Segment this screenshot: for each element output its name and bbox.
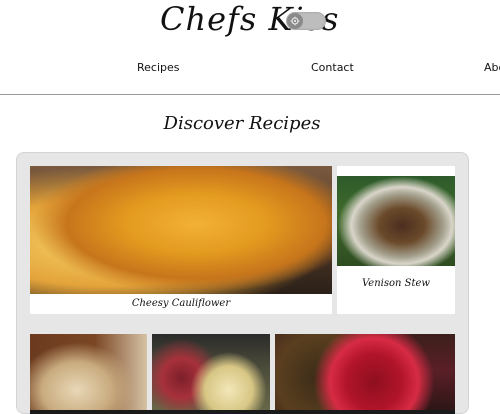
recipe-image [30,166,332,294]
recipe-card[interactable] [152,334,270,414]
recipe-card-venison-stew[interactable]: Venison Stew [337,166,455,314]
theme-toggle[interactable] [286,12,326,30]
nav-contact-link[interactable]: Contact [311,61,354,74]
toggle-knob[interactable] [287,13,303,29]
recipe-card[interactable] [275,334,455,414]
page-title: Discover Recipes [163,113,321,134]
recipe-card-cheesy-cauliflower[interactable]: Cheesy Cauliflower [30,166,332,314]
recipe-card[interactable] [30,334,147,414]
recipe-card-label: Cheesy Cauliflower [131,298,231,309]
nav-recipes-link[interactable]: Recipes [137,61,180,74]
header-divider [0,94,500,95]
gear-icon [290,16,300,26]
bottom-edge-bar [30,410,455,414]
recipe-card-label: Venison Stew [362,278,430,289]
recipe-image [337,176,455,266]
nav-about-link[interactable]: Abo [484,61,500,74]
